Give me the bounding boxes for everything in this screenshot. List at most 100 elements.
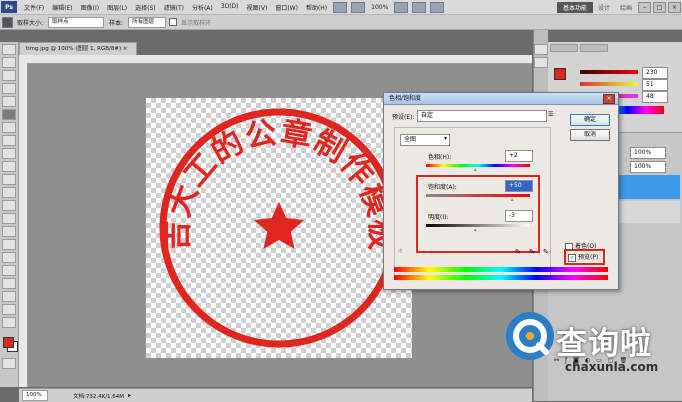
lightness-label: 明度(I):: [428, 214, 449, 221]
lasso-tool-icon[interactable]: [2, 70, 16, 81]
menu-item[interactable]: 分析(A): [188, 3, 217, 12]
path-select-icon[interactable]: [2, 252, 16, 263]
stamp-graphic: 吉大工的公章制作模板: [159, 108, 399, 348]
foreground-color-swatch[interactable]: [3, 337, 14, 348]
red-value[interactable]: 230: [642, 67, 668, 79]
eyedropper-tool-icon[interactable]: ✎: [515, 248, 521, 256]
minibridge-icon[interactable]: [351, 1, 366, 13]
quick-select-tool-icon[interactable]: [2, 83, 16, 94]
opacity-field[interactable]: 100%: [630, 147, 666, 159]
eyedropper-subtract-icon[interactable]: ✎: [543, 248, 549, 256]
status-zoom[interactable]: 100%: [22, 390, 48, 401]
menu-item[interactable]: 文件(F): [20, 3, 48, 12]
menu-item[interactable]: 选择(S): [131, 3, 160, 12]
fill-field[interactable]: 100%: [630, 161, 666, 173]
saturation-slider-thumb[interactable]: ▵: [511, 197, 514, 203]
view-extras-icon[interactable]: [394, 1, 409, 13]
menu-item[interactable]: 图像(I): [77, 3, 103, 12]
dialog-close-button[interactable]: ×: [603, 94, 615, 104]
preview-option[interactable]: ✓ 预览(P): [568, 252, 598, 262]
lightness-value-field[interactable]: -3: [505, 210, 533, 222]
sample-size-select[interactable]: 取样点: [48, 16, 105, 28]
channel-select[interactable]: 全图: [400, 134, 450, 146]
menu-item[interactable]: 3D(D): [217, 3, 243, 12]
green-value[interactable]: 51: [642, 79, 668, 91]
pen-tool-icon[interactable]: [2, 226, 16, 237]
eyedropper-tool-icon[interactable]: [2, 109, 16, 120]
shape-tool-icon[interactable]: [2, 265, 16, 276]
marquee-tool-icon[interactable]: [2, 57, 16, 68]
move-tool-icon[interactable]: [2, 44, 16, 55]
preset-label: 预设(E):: [392, 114, 415, 121]
color-panel-fg-swatch[interactable]: [554, 68, 566, 80]
stamp-star-icon: [254, 202, 304, 249]
menu-item[interactable]: 图层(L): [103, 3, 131, 12]
eraser-tool-icon[interactable]: [2, 174, 16, 185]
hand-adjust-icon[interactable]: ☝: [398, 247, 402, 255]
show-ring-checkbox[interactable]: [169, 18, 178, 26]
tab-color[interactable]: [550, 44, 578, 52]
color-swatches: [0, 334, 18, 356]
menu-item[interactable]: 滤镜(T): [160, 3, 188, 12]
lightness-slider-track[interactable]: [426, 224, 530, 227]
quick-mask-icon[interactable]: [2, 358, 16, 369]
clone-stamp-icon[interactable]: [2, 148, 16, 159]
sample-select[interactable]: 所有图层: [128, 16, 167, 28]
document-image[interactable]: 吉大工的公章制作模板: [146, 98, 412, 358]
actions-panel-icon[interactable]: [534, 57, 548, 68]
document-tab[interactable]: timg.jpg @ 100% (图层 1, RGB/8#) ×: [19, 42, 137, 55]
crop-tool-icon[interactable]: [2, 96, 16, 107]
eyedropper-icon[interactable]: [2, 16, 13, 28]
hand-tool-icon[interactable]: [2, 304, 16, 315]
arrange-documents-icon[interactable]: [412, 1, 427, 13]
maximize-button[interactable]: □: [653, 1, 666, 13]
healing-brush-icon[interactable]: [2, 122, 16, 133]
hue-slider-thumb[interactable]: ▵: [474, 167, 477, 173]
gradient-tool-icon[interactable]: [2, 187, 16, 198]
lightness-slider-thumb[interactable]: ▵: [474, 227, 477, 233]
channel-chevron-down-icon[interactable]: ▾: [444, 135, 447, 142]
workspace-painting-link[interactable]: 绘画: [615, 3, 637, 12]
menu-items: 文件(F) 编辑(E) 图像(I) 图层(L) 选择(S) 滤镜(T) 分析(A) 3D(D)…: [20, 3, 331, 12]
workspace-essentials-button[interactable]: 基本功能: [556, 1, 593, 13]
screen-mode-icon[interactable]: [430, 1, 445, 13]
3d-orbit-icon[interactable]: [2, 291, 16, 302]
saturation-slider-track[interactable]: [426, 194, 530, 197]
history-brush-icon[interactable]: [2, 161, 16, 172]
status-arrow-icon[interactable]: ▸: [128, 392, 131, 399]
menu-item[interactable]: 视图(V): [243, 3, 272, 12]
menu-item[interactable]: 帮助(H): [302, 3, 331, 12]
status-bar: 100% 文档:732.4K/1.64M ▸: [19, 388, 532, 402]
brush-tool-icon[interactable]: [2, 135, 16, 146]
preview-checkbox[interactable]: ✓: [568, 253, 576, 262]
blue-value[interactable]: 48: [642, 91, 668, 103]
hue-slider-track[interactable]: [426, 164, 530, 167]
ok-button[interactable]: 确定: [570, 114, 610, 126]
menu-item[interactable]: 窗口(W): [271, 3, 302, 12]
close-button[interactable]: ×: [668, 1, 681, 13]
bridge-icon[interactable]: [333, 1, 348, 13]
saturation-value-field[interactable]: +50: [505, 180, 533, 192]
green-slider[interactable]: [580, 82, 638, 86]
history-panel-icon[interactable]: [534, 44, 548, 55]
3d-rotate-icon[interactable]: [2, 278, 16, 289]
type-tool-icon[interactable]: [2, 239, 16, 250]
hue-value-field[interactable]: +2: [505, 150, 533, 162]
zoom-tool-icon[interactable]: [2, 317, 16, 328]
red-slider[interactable]: [580, 70, 638, 74]
menu-item[interactable]: 编辑(E): [48, 3, 76, 12]
tool-list: [0, 44, 18, 328]
zoom-level-menu[interactable]: 100%: [367, 4, 392, 11]
color-panel-tabs: [548, 42, 682, 54]
tab-swatches[interactable]: [580, 44, 608, 52]
dodge-tool-icon[interactable]: [2, 213, 16, 224]
cancel-button[interactable]: 取消: [570, 129, 610, 141]
blur-tool-icon[interactable]: [2, 200, 16, 211]
minimize-button[interactable]: –: [638, 1, 651, 13]
sample-size-label: 取样大小:: [17, 19, 44, 27]
preset-menu-icon[interactable]: ☰: [548, 111, 553, 118]
workspace-design-link[interactable]: 设计: [593, 3, 615, 12]
preset-select[interactable]: 自定: [417, 110, 547, 122]
eyedropper-add-icon[interactable]: ✎: [529, 248, 535, 256]
tools-panel: [0, 42, 19, 387]
